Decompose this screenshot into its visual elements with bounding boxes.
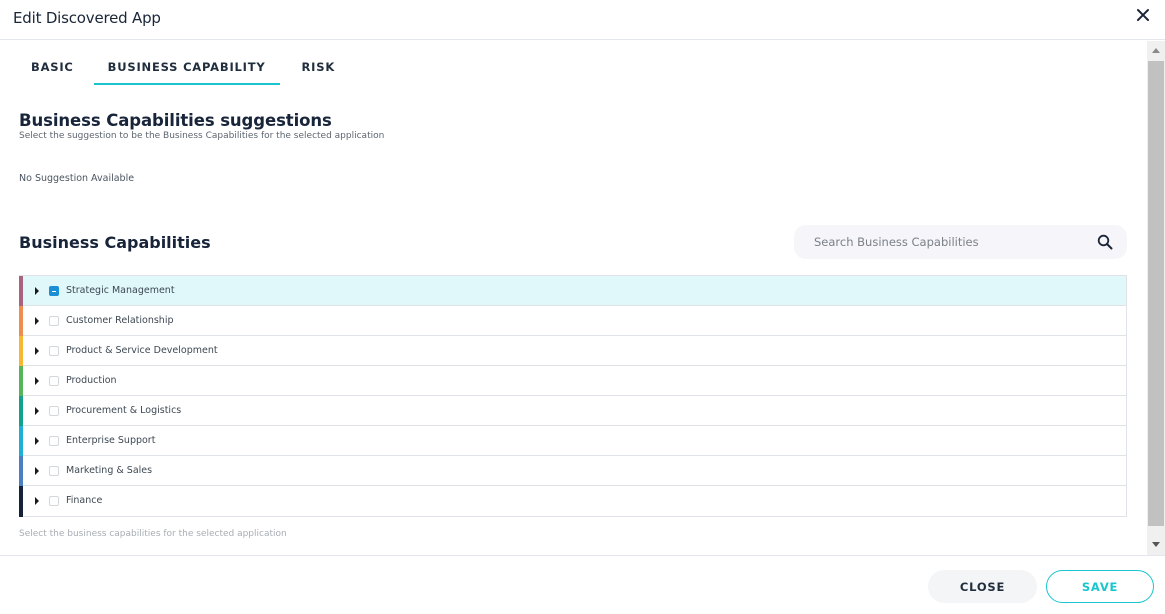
color-bar xyxy=(19,486,23,517)
tree-row-finance[interactable]: Finance xyxy=(19,486,1126,517)
scroll-up-arrow-icon[interactable] xyxy=(1152,48,1160,53)
tab-risk[interactable]: RISK xyxy=(290,51,348,85)
expand-caret-icon[interactable] xyxy=(35,287,39,295)
search-input[interactable] xyxy=(814,233,1074,251)
expand-caret-icon[interactable] xyxy=(35,437,39,445)
row-checkbox[interactable] xyxy=(49,496,59,506)
row-label: Finance xyxy=(66,495,103,506)
tree-row-strategic-management[interactable]: Strategic Management xyxy=(19,276,1126,306)
expand-caret-icon[interactable] xyxy=(35,347,39,355)
tree-row-production[interactable]: Production xyxy=(19,366,1126,396)
color-bar xyxy=(19,366,23,396)
row-label: Marketing & Sales xyxy=(66,465,153,476)
row-checkbox[interactable] xyxy=(49,406,59,416)
tab-bar: BASIC BUSINESS CAPABILITY RISK xyxy=(19,51,347,85)
suggestions-title: Business Capabilities suggestions xyxy=(19,111,332,130)
close-icon[interactable] xyxy=(1133,5,1153,25)
expand-caret-icon[interactable] xyxy=(35,497,39,505)
save-button[interactable]: SAVE xyxy=(1046,570,1154,603)
expand-caret-icon[interactable] xyxy=(35,407,39,415)
row-label: Production xyxy=(66,375,117,386)
search-box xyxy=(794,225,1127,259)
helper-text: Select the business capabilities for the… xyxy=(19,529,287,539)
tree-row-procurement-logistics[interactable]: Procurement & Logistics xyxy=(19,396,1126,426)
dialog-footer: CLOSE SAVE xyxy=(0,555,1165,614)
dialog-title: Edit Discovered App xyxy=(13,9,161,27)
tree-row-marketing-sales[interactable]: Marketing & Sales xyxy=(19,456,1126,486)
row-label: Procurement & Logistics xyxy=(66,405,182,416)
capabilities-title: Business Capabilities xyxy=(19,233,211,252)
tab-basic[interactable]: BASIC xyxy=(19,51,94,85)
row-checkbox[interactable] xyxy=(49,436,59,446)
color-bar xyxy=(19,306,23,336)
expand-caret-icon[interactable] xyxy=(35,377,39,385)
row-label: Customer Relationship xyxy=(66,315,174,326)
row-checkbox[interactable] xyxy=(49,316,59,326)
expand-caret-icon[interactable] xyxy=(35,317,39,325)
color-bar xyxy=(19,336,23,366)
color-bar xyxy=(19,276,23,306)
search-icon[interactable] xyxy=(1097,234,1113,250)
dialog-header: Edit Discovered App xyxy=(0,0,1165,40)
scroll-down-arrow-icon[interactable] xyxy=(1152,542,1160,547)
color-bar xyxy=(19,426,23,456)
suggestions-subtitle: Select the suggestion to be the Business… xyxy=(19,131,385,141)
capability-tree: Strategic Management Customer Relationsh… xyxy=(19,275,1127,517)
tree-row-customer-relationship[interactable]: Customer Relationship xyxy=(19,306,1126,336)
expand-caret-icon[interactable] xyxy=(35,467,39,475)
row-checkbox[interactable] xyxy=(49,466,59,476)
tree-row-product-service-development[interactable]: Product & Service Development xyxy=(19,336,1126,366)
row-checkbox[interactable] xyxy=(49,346,59,356)
row-label: Product & Service Development xyxy=(66,345,218,356)
vertical-scrollbar[interactable] xyxy=(1147,41,1165,555)
tab-business-capability[interactable]: BUSINESS CAPABILITY xyxy=(93,51,280,85)
row-label: Strategic Management xyxy=(66,285,175,296)
row-checkbox[interactable] xyxy=(49,286,59,296)
tree-row-enterprise-support[interactable]: Enterprise Support xyxy=(19,426,1126,456)
color-bar xyxy=(19,396,23,426)
scroll-thumb[interactable] xyxy=(1148,61,1164,526)
row-label: Enterprise Support xyxy=(66,435,156,446)
dialog-content: BASIC BUSINESS CAPABILITY RISK Business … xyxy=(0,41,1147,555)
no-suggestion-text: No Suggestion Available xyxy=(19,173,135,184)
close-button[interactable]: CLOSE xyxy=(928,570,1037,603)
color-bar xyxy=(19,456,23,486)
row-checkbox[interactable] xyxy=(49,376,59,386)
